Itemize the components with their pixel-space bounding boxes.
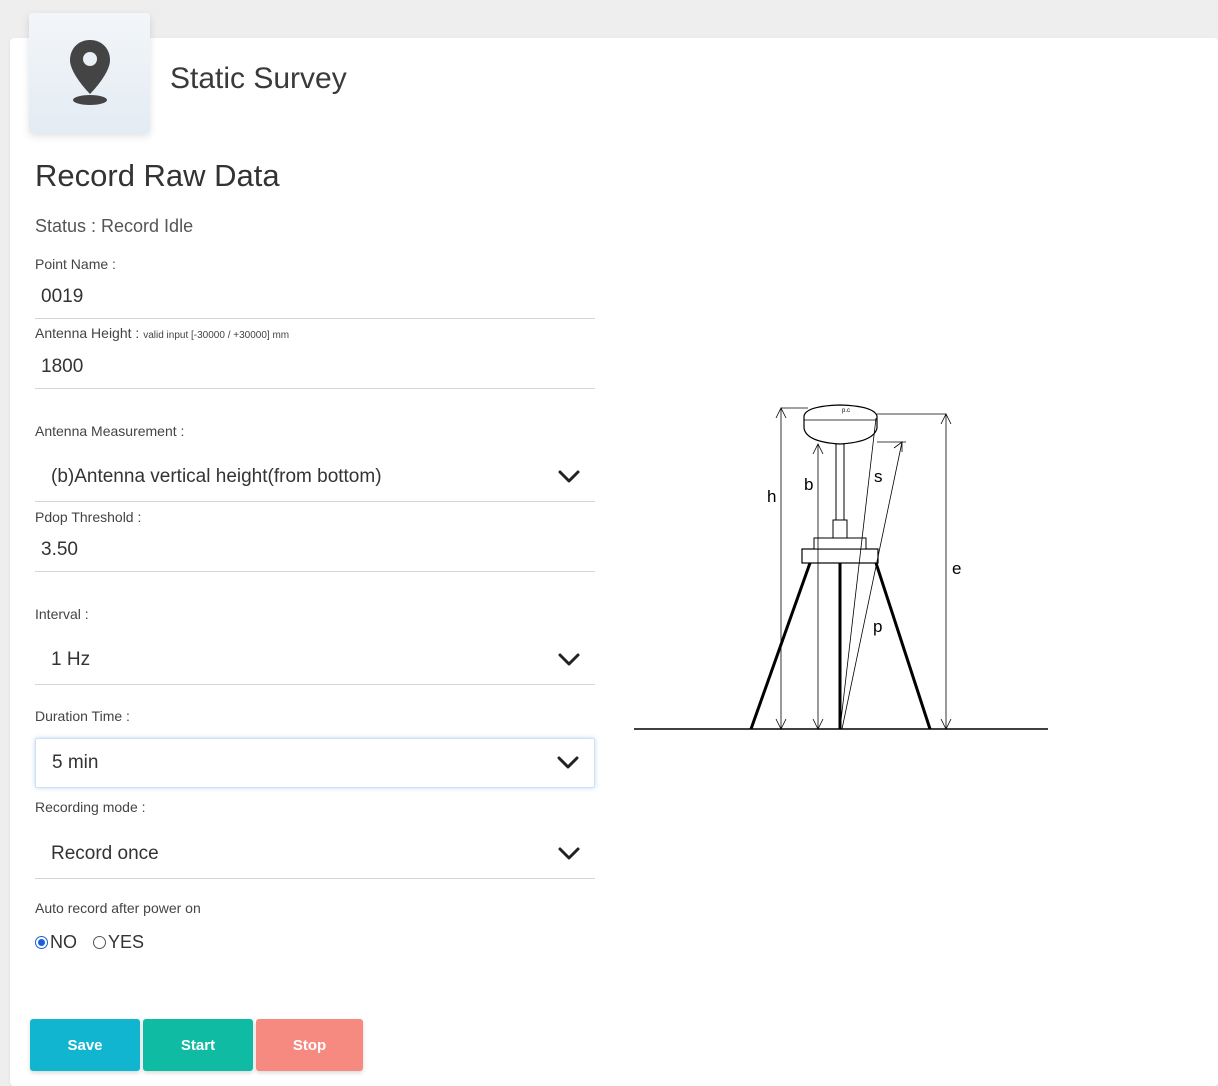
tripod-head	[801, 548, 879, 564]
tripod-leg-left	[749, 562, 812, 730]
chevron-down-icon	[558, 847, 580, 859]
duration-time-label: Duration Time :	[35, 708, 130, 724]
radio-yes[interactable]	[93, 936, 106, 949]
pdop-threshold-label: Pdop Threshold :	[35, 509, 142, 525]
antenna-measurement-select[interactable]: (b)Antenna vertical height(from bottom)	[35, 452, 595, 502]
start-button[interactable]: Start	[143, 1019, 253, 1071]
stop-button[interactable]: Stop	[256, 1019, 363, 1071]
label-s: s	[874, 467, 883, 486]
map-pin-icon	[69, 40, 110, 105]
label-p: p	[873, 617, 882, 636]
chevron-down-icon	[558, 653, 580, 665]
antenna-height-diagram: p.c h b s e p	[634, 404, 1048, 730]
label-h: h	[767, 487, 776, 506]
chevron-down-icon	[557, 756, 579, 769]
interval-value: 1 Hz	[51, 648, 91, 670]
recording-mode-label: Recording mode :	[35, 799, 146, 815]
antenna-measurement-value: (b)Antenna vertical height(from bottom)	[51, 465, 382, 487]
point-name-label: Point Name :	[35, 256, 116, 272]
duration-time-select[interactable]: 5 min	[35, 738, 595, 788]
antenna-height-label-text: Antenna Height :	[35, 325, 144, 341]
recording-mode-select[interactable]: Record once	[35, 829, 595, 879]
antenna-height-input[interactable]	[35, 345, 595, 389]
radio-no-label: NO	[50, 932, 77, 952]
tripod-leg-right	[874, 562, 932, 730]
label-e: e	[952, 559, 961, 578]
radio-yes-label: YES	[108, 932, 145, 952]
chevron-down-icon	[558, 470, 580, 482]
pole	[835, 443, 845, 521]
antenna-measurement-label: Antenna Measurement :	[35, 423, 185, 439]
save-button[interactable]: Save	[30, 1019, 140, 1071]
tribrach	[813, 537, 867, 550]
header-icon-box	[29, 13, 150, 133]
section-title: Record Raw Data	[35, 158, 280, 193]
duration-time-value: 5 min	[52, 752, 99, 773]
point-name-input[interactable]	[35, 275, 595, 319]
antenna-height-label: Antenna Height : valid input [-30000 / +…	[35, 325, 289, 341]
pole-lower	[832, 519, 848, 539]
pc-label: p.c	[842, 408, 850, 414]
radio-no[interactable]	[35, 936, 48, 949]
pdop-threshold-input[interactable]	[35, 528, 595, 572]
auto-record-label: Auto record after power on	[35, 900, 201, 916]
receiver-body	[803, 404, 878, 445]
antenna-height-hint: valid input [-30000 / +30000] mm	[143, 330, 290, 341]
status-text: Status : Record Idle	[35, 216, 194, 236]
page-title: Static Survey	[170, 62, 347, 95]
interval-select[interactable]: 1 Hz	[35, 635, 595, 685]
label-b: b	[804, 475, 813, 494]
auto-record-radio-group: NO YES	[35, 932, 160, 953]
interval-label: Interval :	[35, 606, 89, 622]
recording-mode-value: Record once	[51, 842, 159, 864]
